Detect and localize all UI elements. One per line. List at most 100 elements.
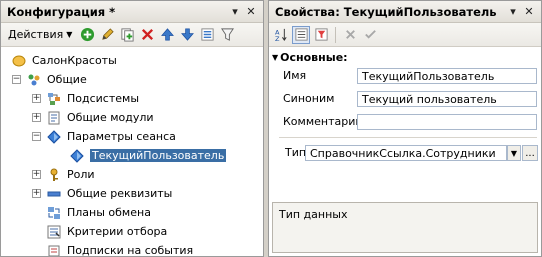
cancel-icon	[345, 30, 355, 39]
properties-toolbar: AZ	[269, 23, 541, 47]
section-header[interactable]: ▼ Основные:	[272, 51, 348, 64]
type-dropdown-button[interactable]: ▼	[507, 145, 521, 161]
configuration-tree[interactable]: СалонКрасоты − Общие + Подсистемы + Общи…	[1, 48, 263, 256]
name-field[interactable]: ТекущийПользователь	[357, 68, 537, 84]
tree-item-roles[interactable]: + Роли	[32, 165, 95, 184]
properties-titlebar: Свойства: ТекущийПользователь ▾ ✕	[269, 1, 541, 23]
synonym-label: Синоним	[283, 92, 335, 105]
divider	[279, 137, 537, 138]
filter-icon	[220, 28, 234, 41]
tree-item-root[interactable]: СалонКрасоты	[11, 51, 117, 70]
delete-icon	[141, 28, 153, 41]
synonym-field[interactable]: Текущий пользователь	[357, 91, 537, 107]
expand-icon[interactable]: +	[32, 170, 41, 179]
properties-panel: Свойства: ТекущийПользователь ▾ ✕ AZ ▼ О…	[268, 0, 542, 257]
toolbar-separator	[335, 26, 336, 43]
chevron-down-icon: ▼	[510, 148, 518, 158]
pin-menu-icon[interactable]: ▾	[505, 4, 521, 20]
roles-icon	[46, 167, 62, 183]
actions-menu[interactable]: Действия ▼	[4, 26, 76, 44]
sort-alpha-icon: AZ	[274, 29, 287, 42]
configuration-title: Конфигурация *	[7, 4, 116, 19]
configuration-toolbar: Действия ▼	[1, 23, 263, 47]
description-area: Тип данных	[272, 202, 538, 253]
sort-button[interactable]	[198, 26, 216, 44]
name-label: Имя	[283, 69, 307, 82]
tree-item-subsystems[interactable]: + Подсистемы	[32, 89, 139, 108]
tree-item-event-subscriptions[interactable]: Подписки на события	[46, 241, 194, 257]
tree-item-exchange-plans[interactable]: Планы обмена	[46, 203, 151, 222]
tree-item-common[interactable]: − Общие	[12, 70, 87, 89]
move-down-button[interactable]	[178, 26, 196, 44]
close-icon[interactable]: ✕	[243, 4, 259, 20]
attributes-icon	[46, 186, 62, 202]
arrow-up-icon	[160, 28, 174, 41]
exchange-plans-icon	[46, 205, 62, 221]
categorized-icon	[294, 28, 308, 41]
event-subscriptions-icon	[46, 243, 62, 256]
configuration-panel: Конфигурация * ▾ ✕ Действия ▼ СалонКрасо…	[0, 0, 264, 257]
expand-icon[interactable]: +	[32, 94, 41, 103]
cancel-button[interactable]	[341, 26, 359, 44]
actions-menu-label: Действия	[8, 28, 64, 41]
expand-icon[interactable]: +	[32, 113, 41, 122]
description-text: Тип данных	[279, 208, 348, 221]
config-icon	[11, 53, 27, 69]
subsystems-icon	[46, 91, 62, 107]
chevron-down-icon: ▼	[66, 30, 73, 39]
tree-item-label: Общие модули	[67, 111, 154, 124]
tree-item-common-modules[interactable]: + Общие модули	[32, 108, 154, 127]
edit-button[interactable]	[98, 26, 116, 44]
categorized-button[interactable]	[292, 25, 310, 44]
tree-item-session-params[interactable]: − Параметры сеанса	[32, 127, 176, 146]
tree-item-common-attributes[interactable]: + Общие реквизиты	[32, 184, 172, 203]
tree-item-label: Подсистемы	[67, 92, 140, 105]
comment-label: Комментарий	[283, 115, 363, 128]
tree-item-filter-criteria[interactable]: Критерии отбора	[46, 222, 167, 241]
copy-button[interactable]	[118, 26, 136, 44]
collapse-icon[interactable]: −	[32, 132, 41, 141]
comment-field[interactable]	[357, 114, 537, 130]
pencil-icon	[102, 28, 114, 40]
sort-icon	[201, 28, 214, 41]
close-icon[interactable]: ✕	[521, 4, 537, 20]
check-icon	[364, 30, 376, 39]
filter-properties-icon	[314, 28, 328, 41]
tree-item-label: Общие	[47, 73, 87, 86]
expand-icon[interactable]: +	[32, 189, 41, 198]
arrow-down-icon	[180, 28, 194, 41]
session-param-icon	[46, 129, 62, 145]
session-param-icon	[69, 148, 85, 164]
add-icon	[80, 27, 94, 42]
filter-properties-button[interactable]	[312, 26, 330, 44]
sort-alpha-button[interactable]: AZ	[272, 26, 290, 44]
properties-grid: ▼ Основные: Имя ТекущийПользователь Сино…	[269, 49, 541, 209]
svg-text:Z: Z	[274, 35, 279, 42]
tree-item-label: Роли	[67, 168, 95, 181]
pin-menu-icon[interactable]: ▾	[227, 4, 243, 20]
delete-button[interactable]	[138, 26, 156, 44]
type-more-button[interactable]: ...	[522, 145, 538, 161]
apply-button[interactable]	[361, 26, 379, 44]
add-button[interactable]	[78, 26, 96, 44]
type-label: Тип	[285, 146, 307, 159]
move-up-button[interactable]	[158, 26, 176, 44]
section-title: Основные:	[280, 51, 348, 64]
tree-item-label-selected: ТекущийПользователь	[90, 149, 227, 162]
module-icon	[46, 110, 62, 126]
tree-item-current-user[interactable]: ТекущийПользователь	[69, 146, 227, 165]
chevron-down-icon: ▼	[272, 53, 279, 62]
tree-item-label: Критерии отбора	[67, 225, 168, 238]
copy-icon	[121, 28, 134, 42]
tree-item-label: Общие реквизиты	[67, 187, 173, 200]
tree-item-label: Подписки на события	[67, 244, 194, 257]
tree-item-label: СалонКрасоты	[32, 54, 117, 67]
tree-item-label: Параметры сеанса	[67, 130, 176, 143]
common-icon	[26, 72, 42, 88]
properties-title: Свойства: ТекущийПользователь	[275, 4, 497, 19]
filter-criteria-icon	[46, 224, 62, 240]
filter-button[interactable]	[218, 26, 236, 44]
type-field[interactable]: СправочникСсылка.Сотрудники	[305, 145, 507, 161]
tree-item-label: Планы обмена	[67, 206, 151, 219]
collapse-icon[interactable]: −	[12, 75, 21, 84]
